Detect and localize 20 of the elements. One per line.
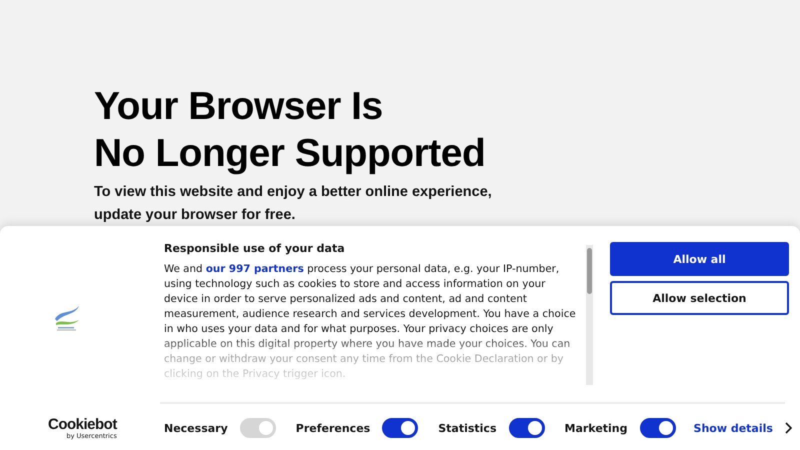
chevron-right-icon: [784, 422, 792, 434]
page-title: Your Browser Is: [94, 84, 383, 130]
brand-name: Cookiebot: [48, 417, 117, 432]
subtitle: To view this website and enjoy a better online experience,: [94, 183, 492, 202]
subtitle: update your browser for free.: [94, 206, 296, 225]
partners-link[interactable]: our 997 partners: [206, 263, 304, 275]
toggle-switch[interactable]: [508, 418, 544, 438]
banner-heading: Responsible use of your data: [164, 242, 345, 255]
page-title: No Longer Supported: [94, 131, 486, 177]
allow-all-button[interactable]: Allow all: [610, 242, 789, 276]
logo-icon: [53, 305, 81, 331]
toggle-switch[interactable]: [640, 418, 676, 438]
allow-selection-button[interactable]: Allow selection: [610, 281, 789, 315]
show-details-link[interactable]: Show details: [694, 422, 773, 434]
toggle-label: Statistics: [438, 422, 496, 434]
toggle-switch[interactable]: [382, 418, 418, 438]
toggle-label: Preferences: [296, 422, 370, 434]
toggle-label: Marketing: [564, 422, 628, 434]
toggle-label: Necessary: [164, 422, 228, 434]
scrollbar[interactable]: [586, 245, 593, 385]
